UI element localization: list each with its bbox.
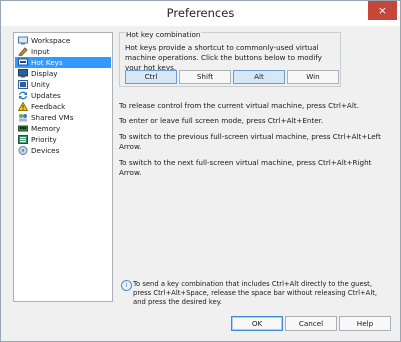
unity-icon — [18, 80, 28, 89]
sidebar-item-priority[interactable]: Priority — [15, 134, 111, 145]
hot-keys-icon — [18, 58, 28, 66]
memory-icon — [18, 125, 28, 132]
sidebar-item-label: Priority — [31, 135, 57, 144]
shift-key-button[interactable]: Shift — [179, 70, 231, 84]
info-icon: i — [121, 280, 132, 291]
sidebar-item-label: Feedback — [31, 102, 66, 111]
sidebar-item-hot-keys[interactable]: Hot Keys — [15, 57, 111, 68]
input-icon — [18, 47, 28, 56]
info-full-screen: To enter or leave full screen mode, pres… — [119, 116, 324, 125]
sidebar-item-feedback[interactable]: Feedback — [15, 101, 111, 112]
sidebar-item-workspace[interactable]: Workspace — [15, 35, 111, 46]
sidebar-item-display[interactable]: Display — [15, 68, 111, 79]
title-bar: Preferences × — [1, 1, 400, 26]
group-label: Hot key combination — [125, 30, 202, 39]
sidebar-item-unity[interactable]: Unity — [15, 79, 111, 90]
group-description: Hot keys provide a shortcut to commonly-… — [125, 43, 322, 72]
sidebar-item-label: Memory — [31, 124, 61, 133]
sidebar-item-label: Devices — [31, 146, 60, 155]
hot-key-combination-group: Hot key combination Hot keys provide a s… — [119, 30, 341, 87]
sidebar-item-devices[interactable]: Devices — [15, 145, 111, 156]
sidebar-item-shared-vms[interactable]: Shared VMs — [15, 112, 111, 123]
workspace-icon — [18, 36, 28, 45]
win-key-button[interactable]: Win — [287, 70, 339, 84]
feedback-icon — [18, 102, 28, 111]
devices-icon — [18, 146, 28, 155]
display-icon — [18, 69, 28, 78]
cancel-button[interactable]: Cancel — [285, 316, 337, 331]
sidebar-item-label: Updates — [31, 91, 61, 100]
sidebar-item-label: Hot Keys — [31, 58, 63, 67]
sidebar-item-label: Display — [31, 69, 58, 78]
alt-key-button[interactable]: Alt — [233, 70, 285, 84]
category-list: Workspace Input Hot Keys Display Unity U… — [13, 32, 113, 302]
priority-icon — [18, 135, 28, 144]
info-release-control: To release control from the current virt… — [119, 101, 359, 110]
sidebar-item-label: Unity — [31, 80, 50, 89]
sidebar-item-label: Input — [31, 47, 50, 56]
info-next-vm: To switch to the next full-screen virtua… — [119, 158, 372, 177]
close-icon: × — [377, 4, 388, 17]
updates-icon — [19, 91, 27, 100]
ok-button[interactable]: OK — [231, 316, 283, 331]
ctrl-key-button[interactable]: Ctrl — [125, 70, 177, 84]
sidebar-item-label: Shared VMs — [31, 113, 74, 122]
tip-text: To send a key combination that includes … — [133, 280, 378, 306]
shared-vms-icon — [19, 114, 27, 122]
preferences-content: Workspace Input Hot Keys Display Unity U… — [7, 26, 394, 335]
help-button[interactable]: Help — [339, 316, 391, 331]
sidebar-item-memory[interactable]: Memory — [15, 123, 111, 134]
info-previous-vm: To switch to the previous full-screen vi… — [119, 132, 381, 151]
close-button[interactable]: × — [368, 1, 397, 20]
sidebar-item-label: Workspace — [31, 36, 71, 45]
window-title: Preferences — [166, 6, 235, 20]
sidebar-item-input[interactable]: Input — [15, 46, 111, 57]
sidebar-item-updates[interactable]: Updates — [15, 90, 111, 101]
preferences-window: Preferences × Workspace Input Hot Keys D… — [0, 0, 401, 342]
